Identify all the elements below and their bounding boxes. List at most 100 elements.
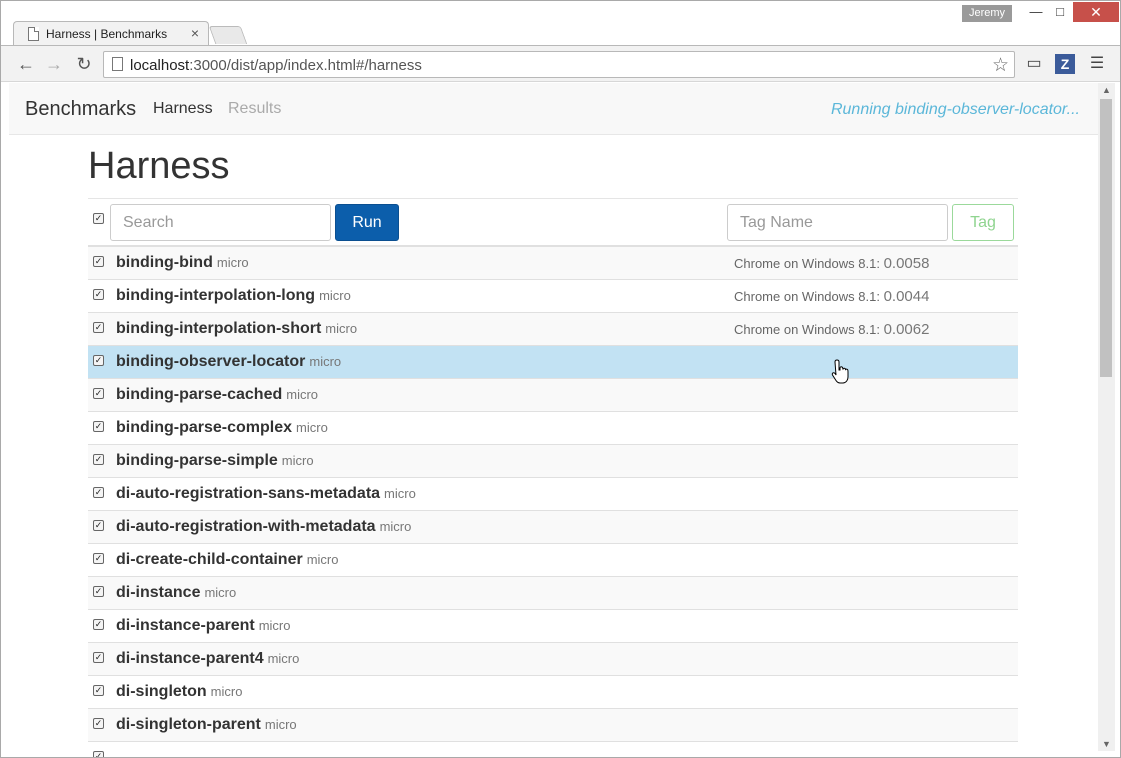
benchmark-name: binding-interpolation-long micro <box>116 287 351 305</box>
benchmark-row[interactable]: ✓ <box>88 742 1018 757</box>
tab-close-icon[interactable]: × <box>191 25 199 41</box>
nav-results[interactable]: Results <box>228 100 281 118</box>
url-text[interactable]: localhost:3000/dist/app/index.html#/harn… <box>130 57 422 74</box>
benchmark-tag: micro <box>204 585 237 600</box>
reload-icon[interactable]: ↻ <box>73 53 95 75</box>
profile-badge[interactable]: Jeremy <box>962 5 1012 22</box>
scrollbar[interactable]: ▲ ▼ <box>1098 83 1115 751</box>
benchmark-name-text: di-instance <box>116 584 201 601</box>
nav-harness[interactable]: Harness <box>153 100 213 118</box>
url-path: :3000/dist/app/index.html#/harness <box>189 57 422 74</box>
benchmark-row[interactable]: ✓ binding-bind micro Chrome on Windows 8.1:… <box>88 247 1018 280</box>
result-label: Chrome on Windows 8.1: <box>734 322 880 337</box>
benchmark-name-text: binding-interpolation-short <box>116 320 322 337</box>
benchmark-name-text: binding-observer-locator <box>116 353 306 370</box>
select-all-checkbox[interactable]: ✓ <box>93 213 104 224</box>
benchmark-list: ✓ binding-bind micro Chrome on Windows 8.1:… <box>88 245 1018 757</box>
scroll-up-icon[interactable]: ▲ <box>1102 85 1111 95</box>
benchmark-checkbox[interactable]: ✓ <box>93 355 104 366</box>
forward-arrow-icon[interactable]: → <box>43 53 65 75</box>
cast-icon[interactable]: ▭ <box>1023 53 1045 75</box>
benchmark-row[interactable]: ✓ di-singleton-parent micro <box>88 709 1018 742</box>
benchmark-row[interactable]: ✓ di-instance-parent micro <box>88 610 1018 643</box>
benchmark-name: binding-parse-cached micro <box>116 386 318 404</box>
benchmark-row[interactable]: ✓ binding-parse-cached micro <box>88 379 1018 412</box>
controls-bar: ✓ Run Tag <box>88 199 1018 246</box>
benchmark-tag: micro <box>258 618 291 633</box>
benchmark-checkbox[interactable]: ✓ <box>93 487 104 498</box>
close-window-icon[interactable]: ✕ <box>1073 2 1119 22</box>
benchmark-checkbox[interactable]: ✓ <box>93 322 104 333</box>
benchmark-name-text: di-instance-parent4 <box>116 650 264 667</box>
extension-icon[interactable]: Z <box>1055 54 1075 74</box>
benchmark-checkbox[interactable]: ✓ <box>93 553 104 564</box>
benchmark-checkbox[interactable]: ✓ <box>93 586 104 597</box>
benchmark-checkbox[interactable]: ✓ <box>93 751 104 757</box>
benchmark-row[interactable]: ✓ di-singleton micro <box>88 676 1018 709</box>
benchmark-name-text: di-singleton <box>116 683 207 700</box>
new-tab-button[interactable] <box>208 26 248 44</box>
benchmark-checkbox[interactable]: ✓ <box>93 619 104 630</box>
benchmark-tag: micro <box>309 354 342 369</box>
benchmark-name: di-auto-registration-with-metadata micro <box>116 518 411 536</box>
benchmark-name: di-create-child-container micro <box>116 551 338 569</box>
benchmark-row[interactable]: ✓ binding-parse-simple micro <box>88 445 1018 478</box>
tag-button[interactable]: Tag <box>952 204 1014 241</box>
hand-cursor-icon <box>831 359 849 384</box>
benchmark-tag: micro <box>267 651 300 666</box>
benchmark-tag: micro <box>384 486 416 501</box>
benchmark-name: binding-observer-locator micro <box>116 353 341 371</box>
benchmark-row[interactable]: ✓ di-instance-parent4 micro <box>88 643 1018 676</box>
benchmark-name: di-singleton micro <box>116 683 242 701</box>
result-label: Chrome on Windows 8.1: <box>734 256 880 271</box>
benchmark-checkbox[interactable]: ✓ <box>93 421 104 432</box>
back-arrow-icon[interactable]: ← <box>15 53 37 75</box>
address-bar[interactable]: localhost:3000/dist/app/index.html#/harn… <box>103 51 1015 78</box>
page-icon <box>28 27 39 41</box>
result-score: 0.0062 <box>883 321 930 338</box>
menu-icon[interactable]: ☰ <box>1087 53 1107 75</box>
benchmark-checkbox[interactable]: ✓ <box>93 685 104 696</box>
benchmark-row[interactable]: ✓ binding-interpolation-short micro Chrome … <box>88 313 1018 346</box>
benchmark-tag: micro <box>306 552 339 567</box>
scroll-down-icon[interactable]: ▼ <box>1102 739 1111 749</box>
benchmark-checkbox[interactable]: ✓ <box>93 652 104 663</box>
benchmark-checkbox[interactable]: ✓ <box>93 256 104 267</box>
benchmark-checkbox[interactable]: ✓ <box>93 454 104 465</box>
benchmark-tag: micro <box>281 453 314 468</box>
benchmark-name-text: di-auto-registration-with-metadata <box>116 518 376 535</box>
page-viewport: Benchmarks Harness Results Running bindi… <box>9 83 1098 757</box>
browser-tab[interactable]: Harness | Benchmarks × <box>13 21 209 46</box>
benchmark-result: Chrome on Windows 8.1: 0.0044 <box>734 288 929 305</box>
benchmark-row[interactable]: ✓ di-create-child-container micro <box>88 544 1018 577</box>
benchmark-row[interactable]: ✓ di-auto-registration-with-metadata micro <box>88 511 1018 544</box>
benchmark-name-text: binding-bind <box>116 254 213 271</box>
benchmark-row[interactable]: ✓ di-auto-registration-sans-metadata micro <box>88 478 1018 511</box>
benchmark-tag: micro <box>319 288 351 303</box>
benchmark-row[interactable]: ✓ di-instance micro <box>88 577 1018 610</box>
tag-name-input[interactable] <box>727 204 948 241</box>
search-input[interactable] <box>110 204 331 241</box>
run-button[interactable]: Run <box>335 204 399 241</box>
benchmark-name: binding-parse-simple micro <box>116 452 314 470</box>
benchmark-tag: micro <box>286 387 319 402</box>
maximize-icon[interactable]: □ <box>1048 2 1072 22</box>
tab-title: Harness | Benchmarks <box>46 27 168 41</box>
benchmark-checkbox[interactable]: ✓ <box>93 718 104 729</box>
scroll-thumb[interactable] <box>1100 99 1112 377</box>
benchmark-checkbox[interactable]: ✓ <box>93 520 104 531</box>
benchmark-name: binding-parse-complex micro <box>116 419 328 437</box>
brand-link[interactable]: Benchmarks <box>25 98 136 121</box>
benchmark-row[interactable]: ✓ binding-observer-locator micro <box>88 346 1018 379</box>
benchmark-result: Chrome on Windows 8.1: 0.0058 <box>734 255 929 272</box>
benchmark-row[interactable]: ✓ binding-interpolation-long micro Chrome o… <box>88 280 1018 313</box>
minimize-icon[interactable]: — <box>1026 2 1046 22</box>
benchmark-checkbox[interactable]: ✓ <box>93 289 104 300</box>
benchmark-result: Chrome on Windows 8.1: 0.0062 <box>734 321 929 338</box>
url-host: localhost <box>130 57 190 74</box>
benchmark-checkbox[interactable]: ✓ <box>93 388 104 399</box>
benchmark-name-text: di-auto-registration-sans-metadata <box>116 485 381 502</box>
benchmark-tag: micro <box>325 321 358 336</box>
bookmark-star-icon[interactable]: ☆ <box>992 54 1009 77</box>
benchmark-row[interactable]: ✓ binding-parse-complex micro <box>88 412 1018 445</box>
